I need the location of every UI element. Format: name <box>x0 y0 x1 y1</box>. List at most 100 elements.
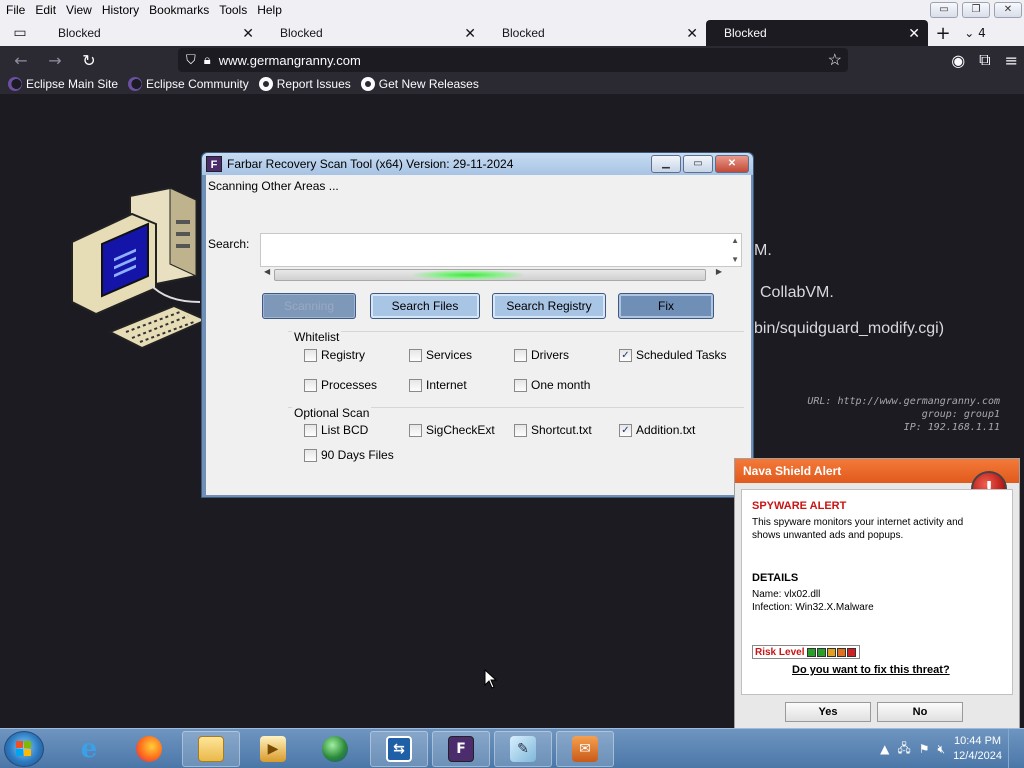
tab-4-active[interactable]: Blocked ✕ <box>706 20 928 46</box>
checkbox-label: Addition.txt <box>636 423 696 437</box>
checkbox-list-bcd[interactable]: List BCD <box>304 423 368 437</box>
checkbox-shortcut-txt[interactable]: Shortcut.txt <box>514 423 592 437</box>
volume-muted-icon[interactable]: 🔇︎ <box>938 742 946 757</box>
checkbox-sigcheckext[interactable]: SigCheckExt <box>409 423 495 437</box>
network-icon[interactable]: 🖧︎ <box>897 739 910 760</box>
checkbox-box[interactable] <box>514 348 527 362</box>
checkbox-drivers[interactable]: Drivers <box>514 348 569 362</box>
checkbox-box[interactable] <box>304 378 317 392</box>
clock[interactable]: 10:44 PM 12/4/2024 <box>953 734 1002 764</box>
action-center-flag-icon[interactable]: ⚑ <box>919 742 930 756</box>
scroll-down-icon[interactable]: ▼ <box>731 255 739 264</box>
restore-button[interactable]: ❐ <box>962 2 990 18</box>
extensions-icon[interactable]: ⧉ <box>979 50 990 70</box>
frst-maximize-icon[interactable]: ▭ <box>683 155 713 173</box>
bookmark-eclipse-community[interactable]: Eclipse Community <box>128 77 249 91</box>
bookmark-star-icon[interactable]: ☆ <box>828 50 842 70</box>
checkbox-box[interactable] <box>514 423 527 437</box>
checkbox-box[interactable] <box>409 378 422 392</box>
menu-help[interactable]: Help <box>252 3 287 17</box>
taskbar-internet-explorer[interactable]: e <box>60 731 118 767</box>
taskbar-network-globe[interactable] <box>306 731 364 767</box>
forward-icon[interactable]: → <box>38 51 72 70</box>
hamburger-menu-icon[interactable]: ≡ <box>1005 51 1018 70</box>
frst-titlebar[interactable]: F Farbar Recovery Scan Tool (x64) Versio… <box>202 153 753 175</box>
frst-app-icon: F <box>206 156 222 172</box>
checkbox-box[interactable] <box>304 448 317 462</box>
checkbox-90-days-files[interactable]: 90 Days Files <box>304 448 394 462</box>
taskbar-file-explorer[interactable] <box>182 731 240 767</box>
lock-icon[interactable]: 🔒︎ <box>204 52 211 68</box>
menu-file[interactable]: File <box>0 3 30 17</box>
tab-2[interactable]: Blocked ✕ <box>262 20 484 46</box>
menu-history[interactable]: History <box>97 3 144 17</box>
checkbox-box[interactable]: ✓ <box>619 348 632 362</box>
scroll-up-icon[interactable]: ▲ <box>731 236 739 245</box>
minimize-button[interactable]: ▭ <box>930 2 958 18</box>
taskbar-firefox[interactable] <box>120 731 178 767</box>
checkbox-registry[interactable]: Registry <box>304 348 365 362</box>
scanning-button[interactable]: Scanning <box>262 293 356 319</box>
search-input[interactable]: ▲ ▼ <box>260 233 742 267</box>
menu-bookmarks[interactable]: Bookmarks <box>144 3 214 17</box>
account-icon[interactable]: ◉ <box>951 51 965 70</box>
search-files-button[interactable]: Search Files <box>370 293 480 319</box>
menu-view[interactable]: View <box>61 3 97 17</box>
checkbox-addition-txt[interactable]: ✓ Addition.txt <box>619 423 695 437</box>
checkbox-internet[interactable]: Internet <box>409 378 467 392</box>
tab-close-icon[interactable]: ✕ <box>686 25 698 42</box>
fix-button[interactable]: Fix <box>618 293 714 319</box>
frst-minimize-icon[interactable]: ▁ <box>651 155 681 173</box>
checkbox-box[interactable] <box>304 348 317 362</box>
new-tab-icon[interactable]: + <box>928 23 958 44</box>
checkbox-box[interactable] <box>409 423 422 437</box>
close-window-button[interactable]: ✕ <box>994 2 1022 18</box>
tab-close-icon[interactable]: ✕ <box>242 25 254 42</box>
menu-edit[interactable]: Edit <box>30 3 61 17</box>
back-icon[interactable]: ← <box>4 51 38 70</box>
menu-tools[interactable]: Tools <box>214 3 252 17</box>
spyware-alert-heading: SPYWARE ALERT <box>752 500 847 512</box>
show-hidden-icons-icon[interactable]: ▲ <box>880 742 889 756</box>
firefox-view-icon[interactable]: ▭ <box>0 25 40 41</box>
scroll-right-icon[interactable]: ▶ <box>716 267 722 276</box>
taskbar-notepad[interactable]: ✎ <box>494 731 552 767</box>
taskbar-nava-shield[interactable]: ✉ <box>556 731 614 767</box>
reload-icon[interactable]: ↻ <box>72 51 106 70</box>
tab-title: Blocked <box>724 26 767 40</box>
shield-icon[interactable]: ⛉ <box>186 52 196 68</box>
taskbar-frst[interactable]: F <box>432 731 490 767</box>
github-icon <box>258 77 273 91</box>
taskbar-media-player[interactable]: ▶ <box>244 731 302 767</box>
url-bar[interactable]: ⛉ 🔒︎ www.germangranny.com ☆ <box>178 48 848 72</box>
checkbox-services[interactable]: Services <box>409 348 472 362</box>
bookmark-get-new-releases[interactable]: Get New Releases <box>360 77 479 91</box>
frst-close-icon[interactable]: ✕ <box>715 155 749 173</box>
scroll-left-icon[interactable]: ◀ <box>264 267 270 276</box>
frst-window-controls: ▁ ▭ ✕ <box>651 155 749 173</box>
checkbox-processes[interactable]: Processes <box>304 378 377 392</box>
optional-scan-group: Optional Scan <box>288 406 744 479</box>
taskbar-app-transfer[interactable]: ⇆ <box>370 731 428 767</box>
checkbox-scheduled-tasks[interactable]: ✓ Scheduled Tasks <box>619 348 727 362</box>
checkbox-one-month[interactable]: One month <box>514 378 590 392</box>
checkbox-box[interactable] <box>304 423 317 437</box>
search-registry-button[interactable]: Search Registry <box>492 293 606 319</box>
yes-button[interactable]: Yes <box>785 702 871 722</box>
checkbox-box[interactable] <box>514 378 527 392</box>
no-button[interactable]: No <box>877 702 963 722</box>
fix-threat-question[interactable]: Do you want to fix this threat? <box>792 664 950 676</box>
tab-3[interactable]: Blocked ✕ <box>484 20 706 46</box>
list-all-tabs-button[interactable]: ⌄ 4 <box>958 26 992 40</box>
tab-close-icon[interactable]: ✕ <box>908 25 920 42</box>
bookmark-report-issues[interactable]: Report Issues <box>258 77 351 91</box>
tab-close-icon[interactable]: ✕ <box>464 25 476 42</box>
url-text[interactable]: www.germangranny.com <box>219 53 361 68</box>
risk-level-meter: Risk Level <box>752 645 861 659</box>
tab-1[interactable]: Blocked ✕ <box>40 20 262 46</box>
bookmark-eclipse-main[interactable]: Eclipse Main Site <box>8 77 118 91</box>
checkbox-box[interactable] <box>409 348 422 362</box>
start-button[interactable] <box>4 731 44 767</box>
show-desktop-button[interactable] <box>1008 729 1018 768</box>
checkbox-box[interactable]: ✓ <box>619 423 632 437</box>
